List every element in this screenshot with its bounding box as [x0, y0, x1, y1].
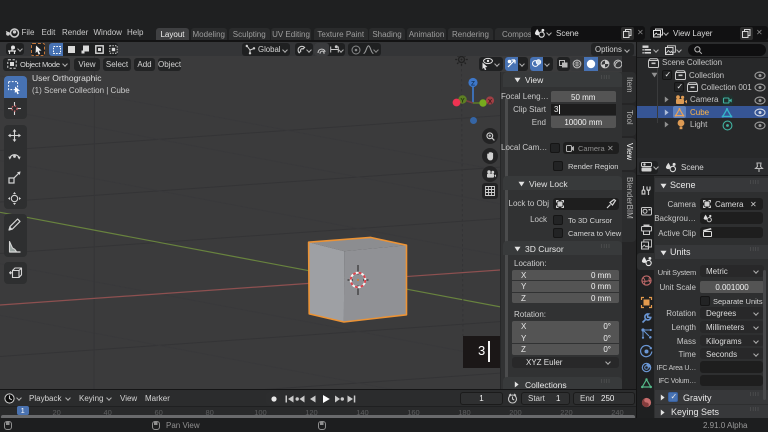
- svg-text:X: X: [488, 98, 493, 105]
- svg-text:Y: Y: [460, 97, 465, 104]
- svg-text:Z: Z: [471, 81, 475, 88]
